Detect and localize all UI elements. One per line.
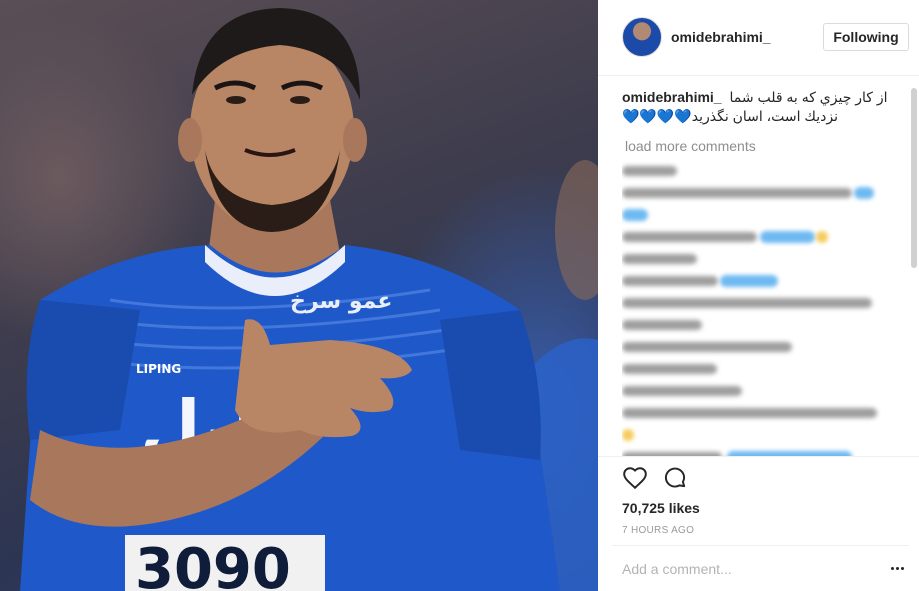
comments-scrollbar[interactable]: [911, 88, 917, 268]
post-header: omidebrahimi_ Following: [598, 0, 919, 76]
comment-form: [612, 545, 909, 591]
load-more-comments-link[interactable]: load more comments: [622, 138, 902, 154]
avatar[interactable]: [622, 17, 662, 57]
list-item: [622, 204, 902, 226]
list-item: [622, 402, 902, 424]
comment-icon[interactable]: [662, 465, 688, 491]
brand-text: LIPING: [136, 362, 181, 376]
heart-icon[interactable]: [622, 465, 648, 491]
header-username[interactable]: omidebrahimi_: [671, 29, 771, 45]
list-item: [622, 358, 902, 380]
following-button[interactable]: Following: [823, 23, 909, 51]
list-item: [622, 424, 902, 446]
list-item: [622, 336, 902, 358]
list-item: [622, 446, 902, 456]
player-illustration: لیل عمو سرخ LIPING 3090: [20, 8, 598, 591]
list-item: [622, 160, 902, 182]
blurred-comments: [622, 160, 902, 456]
list-item: [622, 314, 902, 336]
post-timestamp[interactable]: 7 HOURS AGO: [622, 525, 694, 536]
list-item: [622, 292, 902, 314]
list-item: [622, 270, 902, 292]
list-item: [622, 182, 902, 204]
sponsor-text: عمو سرخ: [290, 289, 392, 314]
action-bar: [622, 465, 688, 491]
post-side-panel: omidebrahimi_ Following omidebrahimi_ از…: [598, 0, 919, 591]
list-item: [622, 226, 902, 248]
post-photo[interactable]: لیل عمو سرخ LIPING 3090: [0, 0, 598, 591]
jersey-number: 3090: [135, 537, 291, 591]
list-item: [622, 248, 902, 270]
caption-username[interactable]: omidebrahimi_: [622, 89, 722, 105]
list-item: [622, 380, 902, 402]
likes-count[interactable]: 70,725 likes: [622, 500, 700, 516]
add-comment-input[interactable]: [622, 558, 862, 580]
caption: omidebrahimi_ از كار چيزي كه به قلب شما …: [622, 88, 902, 126]
ellipsis-icon[interactable]: [887, 558, 907, 578]
post-footer: 70,725 likes 7 HOURS AGO: [598, 456, 919, 591]
comments-list: omidebrahimi_ از كار چيزي كه به قلب شما …: [622, 88, 902, 456]
